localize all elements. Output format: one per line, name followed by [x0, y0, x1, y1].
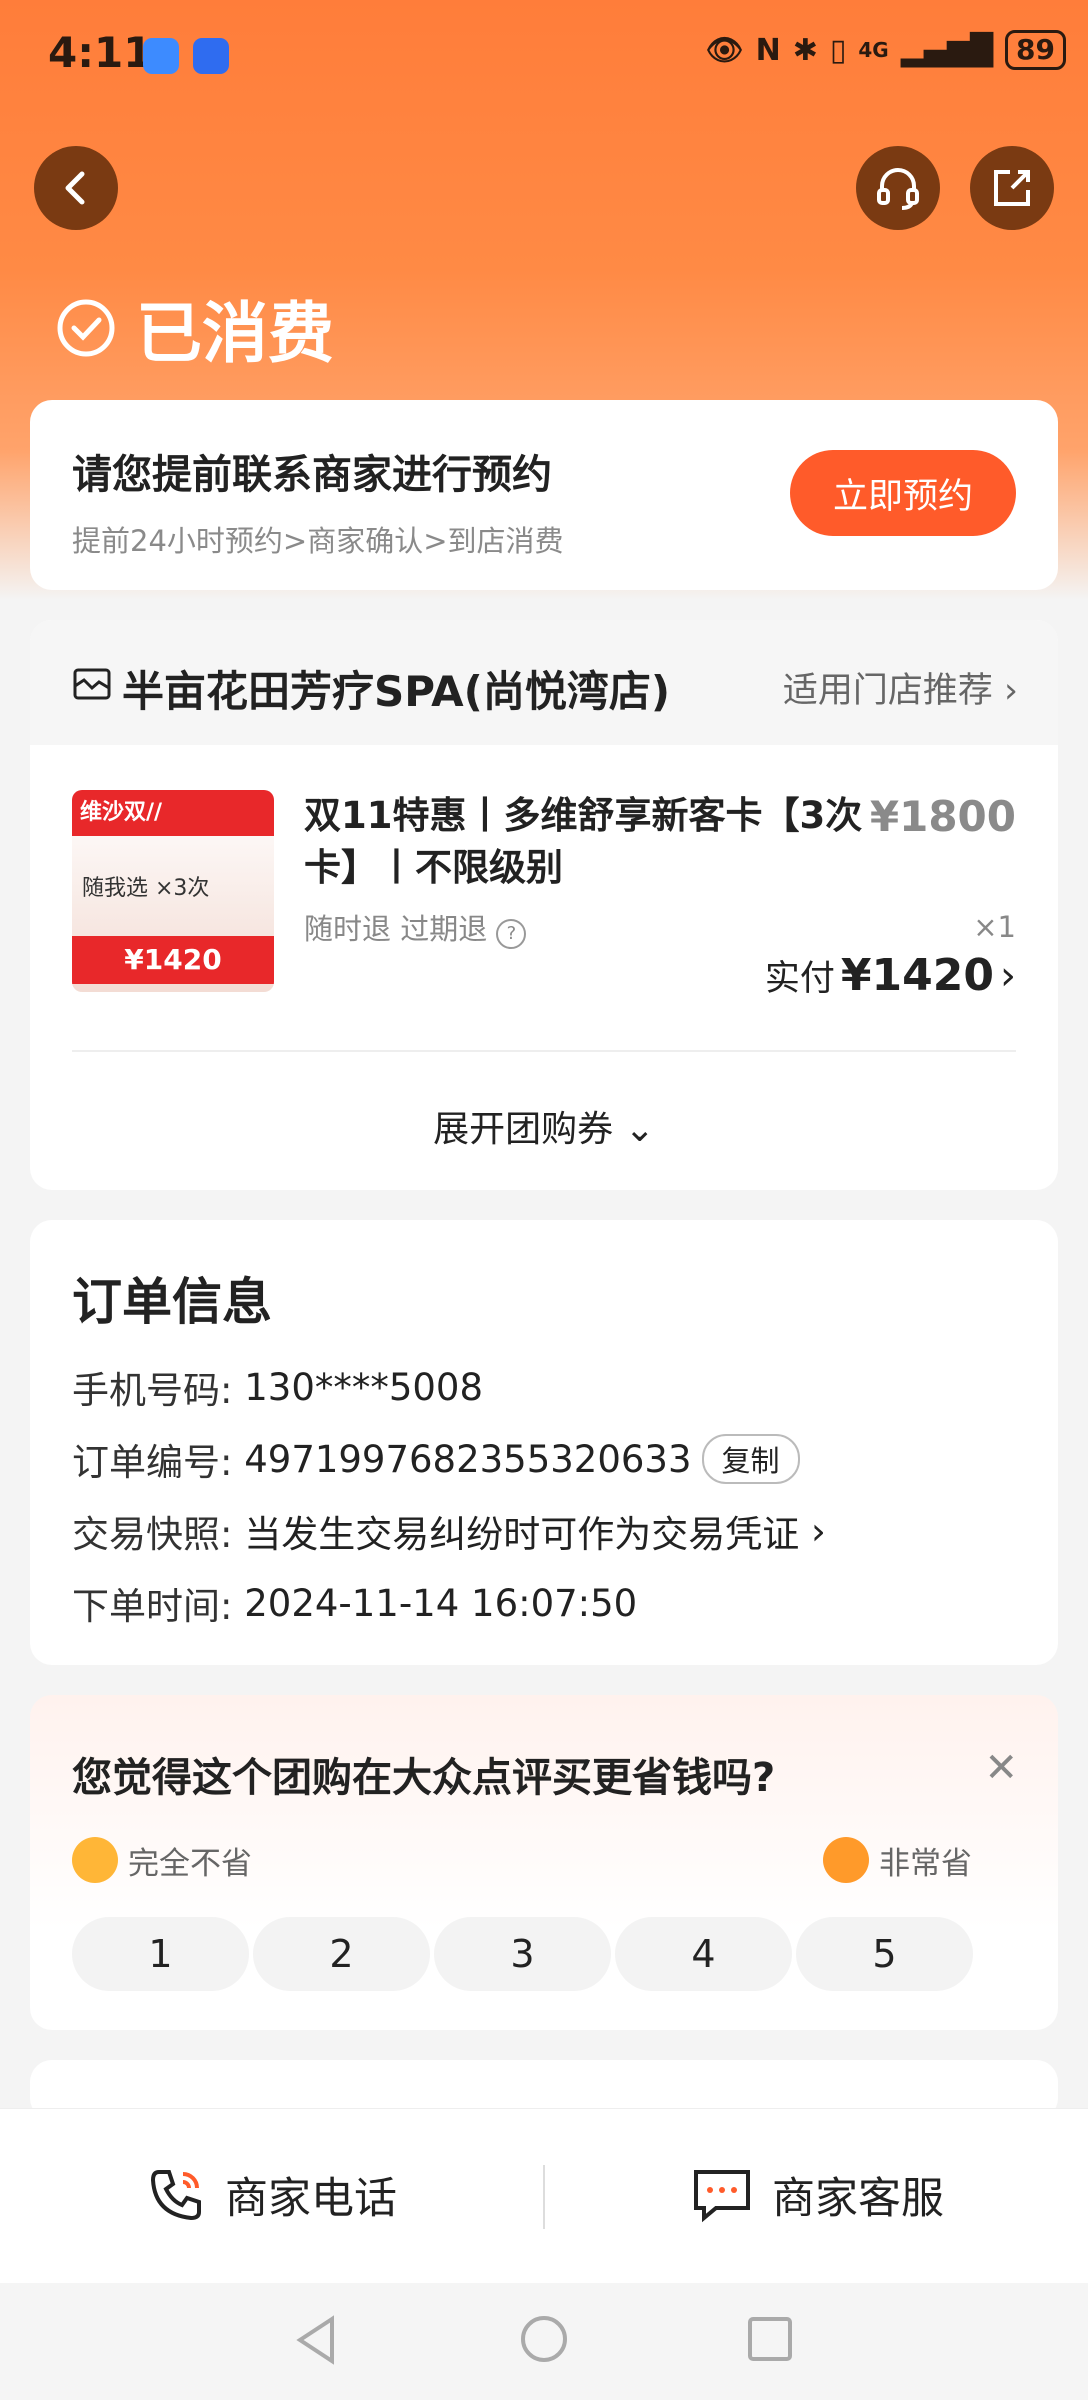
share-icon	[994, 170, 1030, 206]
phone-value: 130****5008	[244, 1365, 484, 1409]
phone-label: 手机号码:	[72, 1369, 233, 1412]
chevron-right-icon: ›	[1000, 952, 1016, 999]
vibrate-icon: ▯	[829, 32, 847, 68]
order-number-value: 4971997682355320633	[244, 1437, 692, 1481]
thumbnail-ribbon: 维沙双//	[72, 790, 274, 836]
bottom-action-bar: 商家电话 商家客服	[0, 2108, 1088, 2284]
check-circle-icon	[57, 299, 115, 357]
order-info-card: 订单信息 手机号码: 130****5008 订单编号: 49719976823…	[30, 1220, 1058, 1665]
chevron-right-icon: ›	[799, 1509, 826, 1553]
nav-back-icon[interactable]	[292, 2313, 340, 2367]
shop-icon	[73, 668, 111, 700]
order-time-label: 下单时间:	[72, 1585, 233, 1628]
phone-icon	[150, 2170, 201, 2221]
rating-5-button[interactable]: 5	[796, 1917, 973, 1991]
store-recommend-label: 适用门店推荐	[782, 671, 993, 711]
product-thumbnail[interactable]: 维沙双// 随我选 ×3次 ¥1420	[72, 790, 274, 992]
battery-indicator: 89	[1005, 30, 1066, 70]
rating-3-button[interactable]: 3	[434, 1917, 611, 1991]
rating-options: 1 2 3 4 5	[72, 1917, 973, 1991]
expand-vouchers-button[interactable]: 展开团购券 ⌄	[30, 1100, 1058, 1152]
divider	[72, 1050, 1016, 1052]
signal-icon: ▂▄▆█	[900, 32, 994, 68]
merchant-service-button[interactable]: 商家客服	[690, 2164, 944, 2226]
help-icon[interactable]: ?	[496, 919, 527, 949]
rating-4-button[interactable]: 4	[615, 1917, 792, 1991]
survey-left-label: 完全不省	[72, 1837, 252, 1883]
shop-header[interactable]: 半亩花田芳疗SPA(尚悦湾店) 适用门店推荐 ›	[30, 620, 1058, 745]
chevron-down-icon: ⌄	[624, 1109, 655, 1150]
refund-tags-label: 随时退 过期退	[304, 912, 488, 946]
eye-icon: 👁	[705, 32, 744, 68]
order-number-row: 订单编号: 4971997682355320633 复制	[72, 1432, 800, 1486]
product-quantity: ×1	[973, 910, 1016, 944]
snapshot-label: 交易快照:	[72, 1513, 233, 1556]
merchant-service-label: 商家客服	[772, 2174, 944, 2224]
thumbnail-price: ¥1420	[72, 936, 274, 984]
order-number-label: 订单编号:	[72, 1441, 233, 1484]
network-type: 4G	[858, 38, 889, 62]
nfc-icon: N	[755, 32, 781, 68]
snapshot-row[interactable]: 交易快照: 当发生交易纠纷时可作为交易凭证 ›	[72, 1504, 826, 1558]
survey-card: 您觉得这个团购在大众点评买更省钱吗? ✕ 完全不省 非常省 1 2 3 4 5	[30, 1695, 1058, 2030]
status-bar: 4:11 👁 N ✱ ▯ 4G ▂▄▆█ 89	[0, 0, 1088, 110]
survey-question: 您觉得这个团购在大众点评买更省钱吗?	[72, 1755, 776, 1801]
thumbnail-text: 随我选 ×3次	[82, 876, 210, 901]
bluetooth-icon: ✱	[792, 32, 818, 68]
order-time-value: 2024-11-14 16:07:50	[244, 1581, 638, 1625]
back-arrow-icon	[65, 171, 85, 205]
booking-title: 请您提前联系商家进行预约	[72, 452, 552, 498]
product-price: ¥1800	[869, 792, 1016, 841]
product-title[interactable]: 双11特惠丨多维舒享新客卡【3次卡】丨不限级别	[304, 790, 874, 894]
phone-row: 手机号码: 130****5008	[72, 1360, 483, 1414]
sad-face-icon	[72, 1837, 118, 1883]
status-time: 4:11	[48, 28, 153, 77]
right-label-text: 非常省	[879, 1845, 972, 1882]
paid-value: ¥1420	[840, 950, 994, 1001]
copy-button[interactable]: 复制	[701, 1434, 800, 1484]
paid-amount-link[interactable]: 实付 ¥1420 ›	[765, 950, 1016, 1001]
headset-icon	[877, 168, 919, 210]
order-info-title: 订单信息	[72, 1273, 272, 1331]
divider	[543, 2165, 545, 2229]
survey-right-label: 非常省	[823, 1837, 972, 1883]
chevron-right-icon: ›	[1004, 671, 1018, 711]
message-app-icon	[143, 38, 179, 74]
happy-face-icon	[823, 1837, 869, 1883]
customer-service-button[interactable]	[856, 146, 940, 230]
snapshot-value: 当发生交易纠纷时可作为交易凭证	[244, 1513, 800, 1556]
nav-home-icon[interactable]	[518, 2313, 570, 2365]
expand-label: 展开团购券	[433, 1109, 614, 1150]
product-card: 半亩花田芳疗SPA(尚悦湾店) 适用门店推荐 › 维沙双// 随我选 ×3次 ¥…	[30, 620, 1058, 1190]
merchant-phone-button[interactable]: 商家电话	[145, 2164, 397, 2226]
nav-recents-icon[interactable]	[746, 2315, 794, 2363]
rating-1-button[interactable]: 1	[72, 1917, 249, 1991]
rating-2-button[interactable]: 2	[253, 1917, 430, 1991]
page-title: 已消费	[136, 295, 334, 372]
order-status: 已消费	[56, 280, 334, 376]
share-button[interactable]	[970, 146, 1054, 230]
paid-label: 实付	[764, 959, 835, 999]
shop-name: 半亩花田芳疗SPA(尚悦湾店)	[122, 667, 671, 716]
store-recommend-link[interactable]: 适用门店推荐 ›	[783, 662, 1018, 713]
system-navigation-bar	[0, 2283, 1088, 2400]
book-now-button[interactable]: 立即预约	[790, 450, 1016, 536]
booking-card: 请您提前联系商家进行预约 提前24小时预约>商家确认>到店消费 立即预约	[30, 400, 1058, 590]
app-notification-icon	[193, 38, 229, 74]
refund-tags: 随时退 过期退 ?	[304, 906, 527, 949]
order-time-row: 下单时间: 2024-11-14 16:07:50	[72, 1576, 637, 1630]
close-icon[interactable]: ✕	[984, 1745, 1018, 1791]
merchant-phone-label: 商家电话	[225, 2174, 397, 2224]
booking-subtitle: 提前24小时预约>商家确认>到店消费	[72, 524, 564, 558]
chat-icon	[694, 2170, 750, 2223]
left-label-text: 完全不省	[128, 1845, 252, 1882]
status-icons: 👁 N ✱ ▯ 4G ▂▄▆█ 89	[706, 30, 1066, 70]
back-button[interactable]	[34, 146, 118, 230]
